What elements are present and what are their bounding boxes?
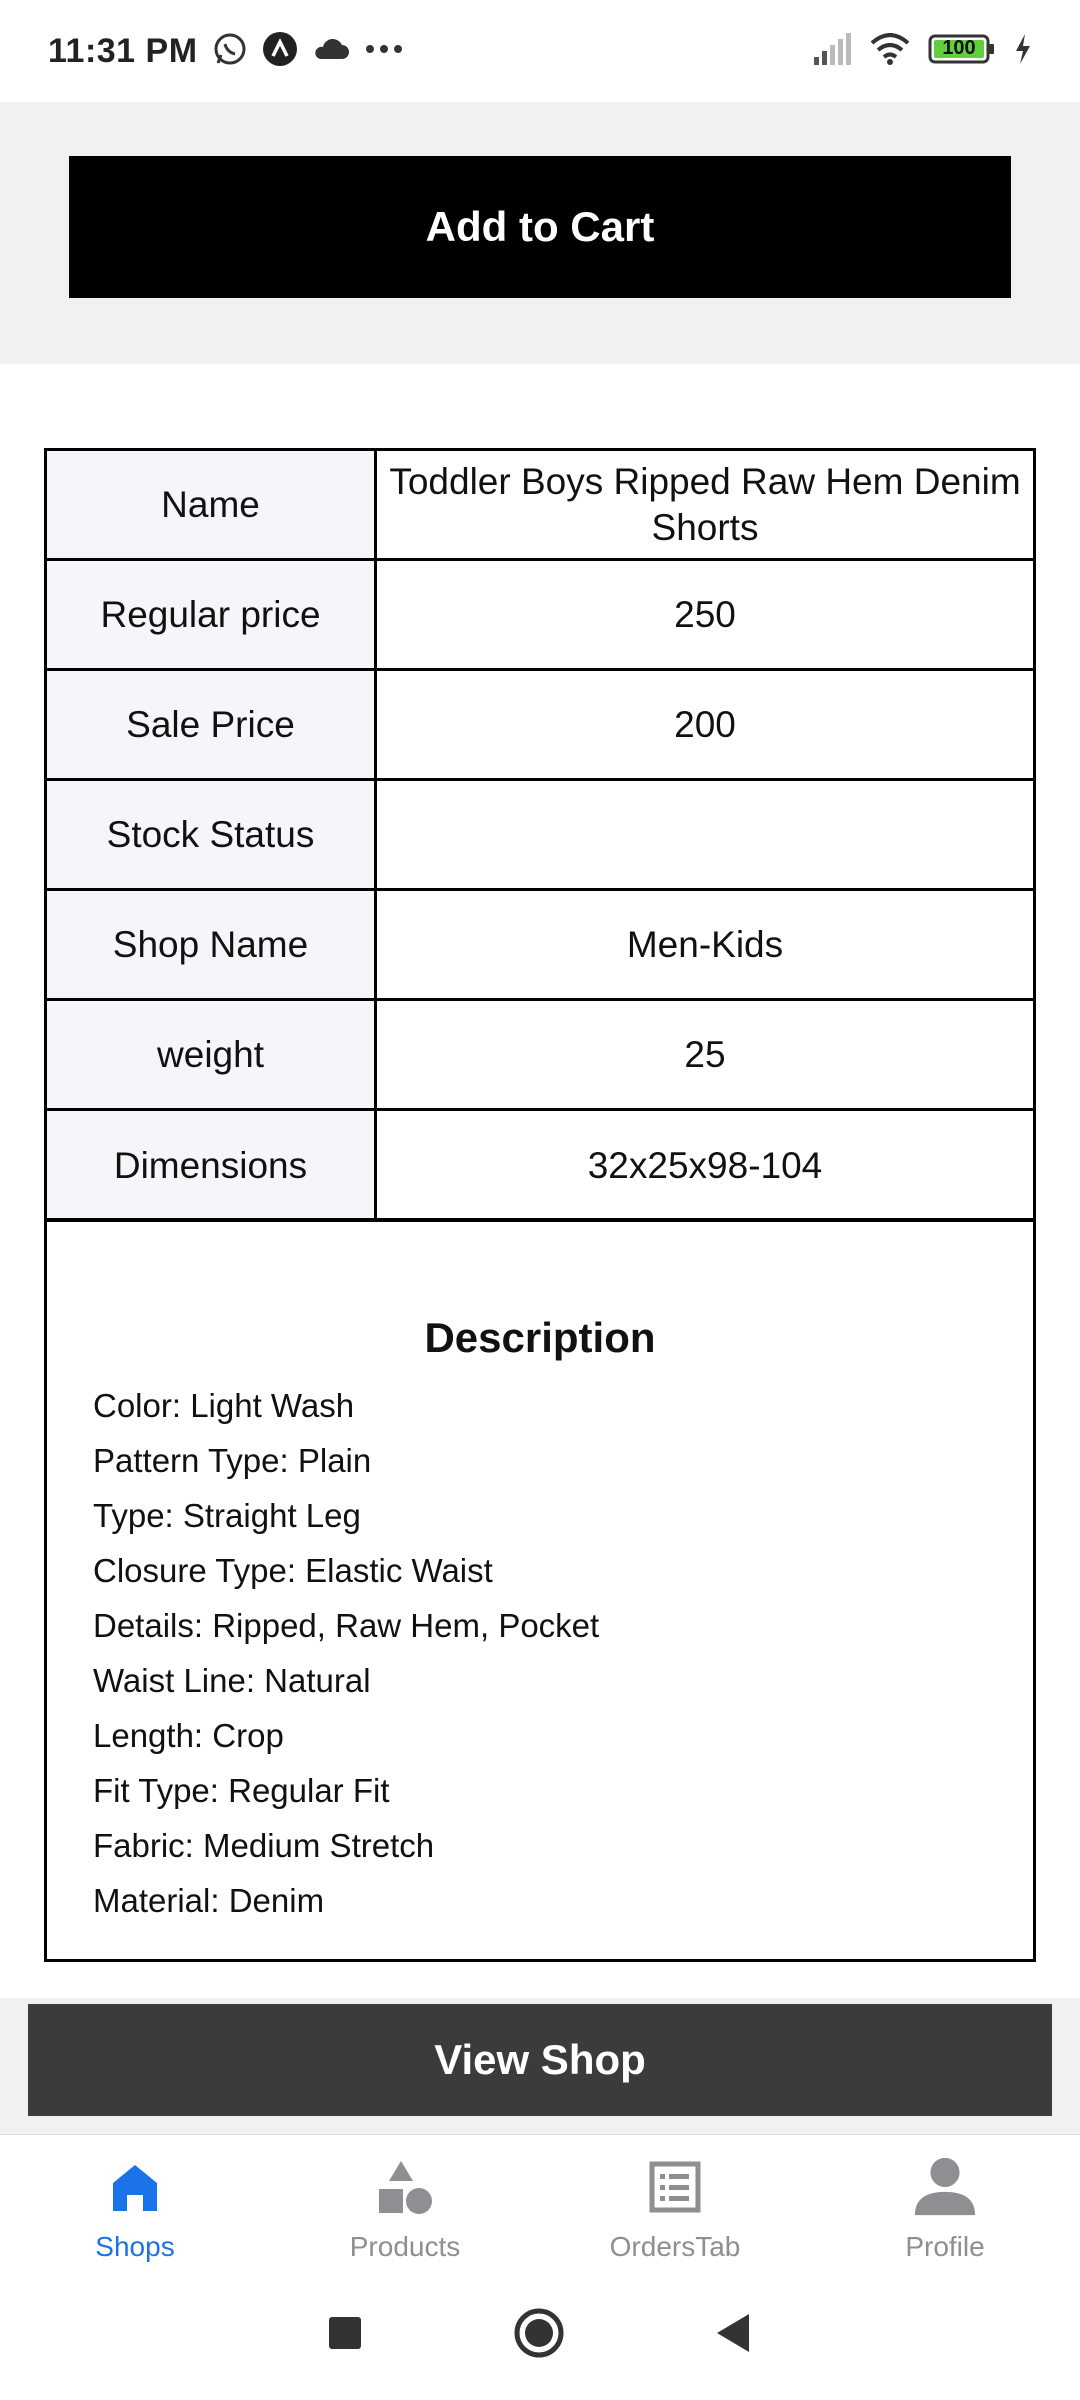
description-list: Color: Light Wash Pattern Type: Plain Ty…	[93, 1378, 599, 1928]
spec-label: weight	[47, 1001, 377, 1108]
table-row: Regular price 250	[47, 561, 1033, 671]
description-line: Length: Crop	[93, 1717, 284, 1754]
spec-value: 250	[377, 561, 1033, 668]
status-bar: 11:31 PM 100	[0, 0, 1080, 102]
spec-value: Men-Kids	[377, 891, 1033, 998]
battery-icon: 100	[928, 33, 996, 70]
table-row: Dimensions 32x25x98-104	[47, 1111, 1033, 1221]
spec-value: 200	[377, 671, 1033, 778]
wifi-icon	[870, 32, 910, 70]
description-line: Material: Denim	[93, 1882, 325, 1919]
bottom-tab-bar: Shops Products OrdersTab Profile	[0, 2134, 1080, 2270]
app-a-icon	[262, 31, 298, 72]
person-icon	[913, 2155, 977, 2219]
system-nav-bar	[0, 2270, 1080, 2400]
tab-label: Products	[349, 2231, 461, 2262]
description-box: Description Color: Light Wash Pattern Ty…	[44, 1218, 1036, 1962]
table-row: Name Toddler Boys Ripped Raw Hem Denim S…	[47, 451, 1033, 561]
spec-label: Stock Status	[47, 781, 377, 888]
add-to-cart-button[interactable]: Add to Cart	[69, 156, 1011, 298]
product-detail-screen: 11:31 PM 100 Add to Cart Name Toddler Bo…	[0, 0, 1080, 2400]
tab-products[interactable]: Products	[270, 2135, 540, 2270]
table-row: Sale Price 200	[47, 671, 1033, 781]
home-circle-icon[interactable]	[513, 2307, 565, 2364]
recents-square-icon[interactable]	[327, 2315, 363, 2356]
cloud-icon	[312, 35, 350, 68]
tab-orders[interactable]: OrdersTab	[540, 2135, 810, 2270]
spec-value: Toddler Boys Ripped Raw Hem Denim Shorts	[377, 451, 1033, 558]
spec-label: Regular price	[47, 561, 377, 668]
description-line: Closure Type: Elastic Waist	[93, 1552, 493, 1589]
spec-label: Shop Name	[47, 891, 377, 998]
shapes-icon	[373, 2155, 437, 2219]
view-shop-button[interactable]: View Shop	[28, 2004, 1052, 2116]
tab-label: Profile	[905, 2231, 985, 2262]
signal-icon	[812, 32, 852, 70]
tab-shops[interactable]: Shops	[0, 2135, 270, 2270]
description-line: Fit Type: Regular Fit	[93, 1772, 390, 1809]
battery-level: 100	[942, 36, 976, 59]
list-icon	[643, 2155, 707, 2219]
description-line: Fabric: Medium Stretch	[93, 1827, 435, 1864]
product-spec-table: Name Toddler Boys Ripped Raw Hem Denim S…	[44, 448, 1036, 1224]
tab-label: Shops	[95, 2231, 175, 2262]
spec-label: Dimensions	[47, 1111, 377, 1221]
status-right: 100	[812, 32, 1032, 70]
charging-icon	[1014, 33, 1032, 70]
description-title: Description	[424, 1314, 656, 1361]
spec-value	[377, 781, 1033, 888]
cart-action-area: Add to Cart	[0, 102, 1080, 364]
shop-icon	[103, 2155, 167, 2219]
table-row: Shop Name Men-Kids	[47, 891, 1033, 1001]
tab-label: OrdersTab	[609, 2231, 741, 2262]
spec-value: 32x25x98-104	[377, 1111, 1033, 1221]
spec-label: Sale Price	[47, 671, 377, 778]
description-line: Waist Line: Natural	[93, 1662, 371, 1699]
table-row: Stock Status	[47, 781, 1033, 891]
table-row: weight 25	[47, 1001, 1033, 1111]
spec-label: Name	[47, 451, 377, 558]
description-line: Type: Straight Leg	[93, 1497, 361, 1534]
spec-value: 25	[377, 1001, 1033, 1108]
description-line: Color: Light Wash	[93, 1387, 355, 1424]
description-line: Pattern Type: Plain	[93, 1442, 372, 1479]
whatsapp-icon	[212, 31, 248, 72]
description-line: Details: Ripped, Raw Hem, Pocket	[93, 1607, 600, 1644]
view-shop-area: View Shop	[0, 1998, 1080, 2138]
more-dots-icon	[364, 42, 404, 60]
status-time: 11:31 PM	[48, 31, 198, 70]
status-left: 11:31 PM	[48, 31, 404, 72]
back-triangle-icon[interactable]	[715, 2312, 753, 2359]
tab-profile[interactable]: Profile	[810, 2135, 1080, 2270]
